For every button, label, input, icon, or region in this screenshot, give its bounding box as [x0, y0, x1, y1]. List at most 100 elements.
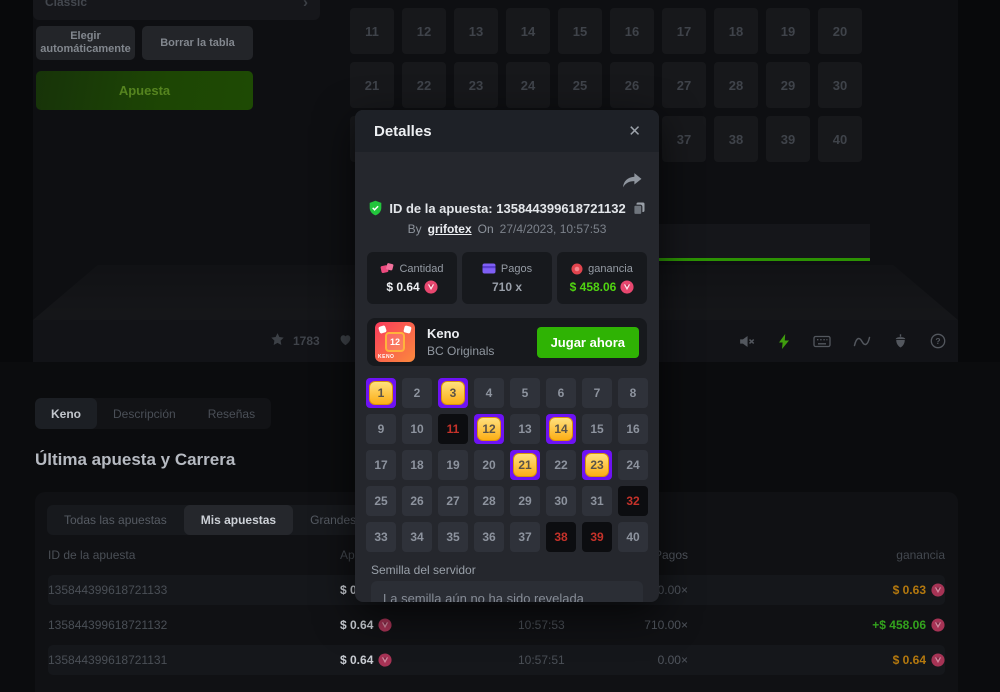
bet-row[interactable]: 135844399618721131$ 0.6410:57:510.00×$ 0… — [48, 645, 945, 675]
help-icon[interactable]: ? — [930, 333, 946, 349]
bet-button[interactable]: Apuesta — [36, 71, 253, 110]
board-number-tile[interactable]: 27 — [662, 62, 706, 108]
server-seed-label: Semilla del servidor — [371, 563, 476, 577]
keno-number-tile[interactable]: 4 — [474, 378, 504, 408]
keno-number-tile[interactable]: 11 — [438, 414, 468, 444]
keyboard-icon[interactable] — [813, 334, 831, 349]
board-number-tile[interactable]: 19 — [766, 8, 810, 54]
keno-number-tile[interactable]: 40 — [618, 522, 648, 552]
board-number-tile[interactable]: 21 — [350, 62, 394, 108]
lightning-icon[interactable] — [777, 333, 791, 350]
server-seed-field[interactable]: La semilla aún no ha sido revelada — [371, 581, 643, 602]
keno-number-tile[interactable]: 14 — [546, 414, 576, 444]
keno-number-tile[interactable]: 36 — [474, 522, 504, 552]
keno-number-tile[interactable]: 13 — [510, 414, 540, 444]
keno-number-tile[interactable]: 22 — [546, 450, 576, 480]
board-number-tile[interactable]: 14 — [506, 8, 550, 54]
shield-check-icon — [368, 200, 383, 216]
keno-number-tile[interactable]: 25 — [366, 486, 396, 516]
bet-id-cell: 135844399618721131 — [48, 653, 340, 667]
board-number-tile[interactable]: 22 — [402, 62, 446, 108]
board-number-tile[interactable]: 28 — [714, 62, 758, 108]
board-number-tile[interactable]: 39 — [766, 116, 810, 162]
keno-number-tile[interactable]: 3 — [438, 378, 468, 408]
share-icon[interactable] — [621, 172, 643, 195]
auto-pick-button[interactable]: Elegir automáticamente — [36, 26, 135, 60]
board-number-tile[interactable]: 40 — [818, 116, 862, 162]
keno-number-tile[interactable]: 26 — [402, 486, 432, 516]
keno-number-tile[interactable]: 35 — [438, 522, 468, 552]
board-number-tile[interactable]: 17 — [662, 8, 706, 54]
close-icon[interactable]: ✕ — [628, 122, 641, 140]
keno-number-tile[interactable]: 7 — [582, 378, 612, 408]
keno-number-tile[interactable]: 32 — [618, 486, 648, 516]
keno-number-tile[interactable]: 39 — [582, 522, 612, 552]
keno-number-tile[interactable]: 30 — [546, 486, 576, 516]
board-number-tile[interactable]: 15 — [558, 8, 602, 54]
keno-number-tile[interactable]: 9 — [366, 414, 396, 444]
keno-number-tile[interactable]: 20 — [474, 450, 504, 480]
keno-number-tile[interactable]: 33 — [366, 522, 396, 552]
bet-time-cell: 10:57:51 — [518, 653, 628, 667]
board-number-tile[interactable]: 30 — [818, 62, 862, 108]
username-link[interactable]: grifotex — [428, 222, 472, 236]
bet-profit-cell: +$ 458.06 — [688, 618, 945, 632]
keno-number-tile[interactable]: 38 — [546, 522, 576, 552]
heart-icon[interactable] — [338, 332, 353, 350]
keno-hit-number: 12 — [477, 417, 501, 441]
star-icon[interactable] — [270, 332, 285, 350]
board-number-tile[interactable]: 20 — [818, 8, 862, 54]
keno-number-tile[interactable]: 37 — [510, 522, 540, 552]
tab-descripción[interactable]: Descripción — [97, 398, 192, 429]
board-number-tile[interactable]: 25 — [558, 62, 602, 108]
keno-number-tile[interactable]: 21 — [510, 450, 540, 480]
keno-number-tile[interactable]: 29 — [510, 486, 540, 516]
keno-number-tile[interactable]: 5 — [510, 378, 540, 408]
keno-number-tile[interactable]: 10 — [402, 414, 432, 444]
bets-tab[interactable]: Todas las apuestas — [47, 505, 184, 535]
game-mode-label: Classic — [45, 0, 87, 9]
keno-number-tile[interactable]: 17 — [366, 450, 396, 480]
play-now-button[interactable]: Jugar ahora — [537, 327, 639, 358]
keno-number-tile[interactable]: 31 — [582, 486, 612, 516]
keno-number-tile[interactable]: 2 — [402, 378, 432, 408]
board-number-tile[interactable]: 26 — [610, 62, 654, 108]
keno-number-tile[interactable]: 12 — [474, 414, 504, 444]
board-number-tile[interactable]: 11 — [350, 8, 394, 54]
keno-number-tile[interactable]: 1 — [366, 378, 396, 408]
keno-number-tile[interactable]: 16 — [618, 414, 648, 444]
board-number-tile[interactable]: 18 — [714, 8, 758, 54]
keno-number-tile[interactable]: 27 — [438, 486, 468, 516]
board-number-tile[interactable]: 12 — [402, 8, 446, 54]
keno-number-tile[interactable]: 18 — [402, 450, 432, 480]
keno-number-tile[interactable]: 28 — [474, 486, 504, 516]
keno-number-tile[interactable]: 6 — [546, 378, 576, 408]
keno-number-tile[interactable]: 15 — [582, 414, 612, 444]
bet-profit-cell: $ 0.64 — [688, 653, 945, 667]
game-mode-select[interactable]: Classic › — [33, 0, 320, 20]
board-number-tile[interactable]: 23 — [454, 62, 498, 108]
board-number-tile[interactable]: 38 — [714, 116, 758, 162]
stat-box-ganancia: ganancia$ 458.06 — [557, 252, 647, 304]
keno-number-tile[interactable]: 24 — [618, 450, 648, 480]
keno-number-tile[interactable]: 8 — [618, 378, 648, 408]
keno-number-tile[interactable]: 23 — [582, 450, 612, 480]
wave-icon[interactable] — [853, 334, 871, 349]
board-number-tile[interactable]: 13 — [454, 8, 498, 54]
keno-number-tile[interactable]: 19 — [438, 450, 468, 480]
tab-keno[interactable]: Keno — [35, 398, 97, 429]
board-number-tile[interactable]: 37 — [662, 116, 706, 162]
board-number-tile[interactable]: 24 — [506, 62, 550, 108]
copy-icon[interactable] — [632, 201, 646, 216]
board-number-tile[interactable]: 16 — [610, 8, 654, 54]
acorn-icon[interactable] — [893, 333, 908, 349]
bet-row[interactable]: 135844399618721132$ 0.6410:57:53710.00×+… — [48, 610, 945, 640]
coin-icon — [424, 280, 438, 294]
bets-tab[interactable]: Mis apuestas — [184, 505, 293, 535]
clear-table-button[interactable]: Borrar la tabla — [142, 26, 253, 60]
speaker-muted-icon[interactable] — [738, 333, 755, 350]
tab-reseñas[interactable]: Reseñas — [192, 398, 271, 429]
board-number-tile[interactable]: 29 — [766, 62, 810, 108]
keno-number-tile[interactable]: 34 — [402, 522, 432, 552]
dice-icon — [403, 325, 411, 333]
